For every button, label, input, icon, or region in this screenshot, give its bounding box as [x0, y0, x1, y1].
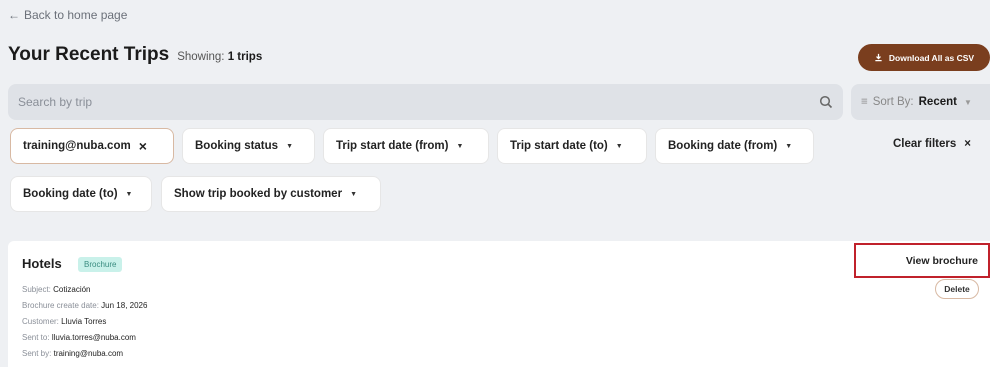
- filter-booked-by-customer[interactable]: Show trip booked by customer ▼: [161, 176, 381, 212]
- filter-booking-date-from[interactable]: Booking date (from) ▼: [655, 128, 814, 164]
- showing-value: 1 trips: [227, 51, 263, 63]
- page-title: Your Recent Trips: [8, 44, 170, 65]
- search-icon[interactable]: [819, 95, 833, 109]
- close-icon[interactable]: ×: [139, 138, 147, 154]
- showing-prefix: Showing:: [177, 51, 225, 63]
- view-brochure-label: View brochure: [905, 254, 978, 267]
- trip-card: Hotels Brochure Subject: Cotización Broc…: [8, 241, 990, 367]
- trip-sent-to: Sent to: lluvia.torres@nuba.com: [22, 333, 136, 342]
- close-icon: ×: [964, 138, 971, 150]
- view-brochure-button[interactable]: View brochure: [854, 243, 990, 278]
- trip-sent-by: Sent by: training@nuba.com: [22, 349, 124, 358]
- filter-booked-by-customer-label: Show trip booked by customer: [174, 188, 343, 200]
- trip-customer: Customer: Lluvia Torres: [22, 317, 107, 326]
- filter-booking-status[interactable]: Booking status ▼: [182, 128, 315, 164]
- brochure-badge: Brochure: [78, 257, 123, 272]
- sort-value: Recent: [918, 96, 957, 108]
- filter-booking-date-to-label: Booking date (to): [23, 188, 118, 200]
- back-link-label: Back to home page: [24, 8, 128, 22]
- chevron-down-icon: ▼: [963, 97, 972, 107]
- caret-down-icon: ▼: [615, 142, 623, 150]
- search-bar: [8, 84, 843, 120]
- page-header: Your Recent Trips Showing: 1 trips: [8, 44, 262, 66]
- trip-created: Brochure create date: Jun 18, 2026: [22, 301, 148, 310]
- caret-down-icon: ▼: [286, 142, 293, 150]
- clear-filters-label: Clear filters: [893, 138, 957, 150]
- filter-trip-start-to-label: Trip start date (to): [510, 140, 608, 152]
- filter-booking-status-label: Booking status: [195, 140, 279, 152]
- showing-count: Showing: 1 trips: [177, 51, 262, 63]
- recent-trips-page: ← Back to home page Your Recent Trips Sh…: [0, 0, 990, 367]
- sort-icon: ≡: [861, 96, 868, 108]
- clear-filters-button[interactable]: Clear filters ×: [893, 138, 971, 150]
- filter-trip-start-to[interactable]: Trip start date (to) ▼: [497, 128, 647, 164]
- download-icon: [875, 53, 882, 62]
- filter-booking-date-from-label: Booking date (from): [668, 140, 778, 152]
- arrow-left-icon: ←: [8, 8, 20, 22]
- trip-title: Hotels: [22, 256, 62, 271]
- filter-trip-start-from[interactable]: Trip start date (from) ▼: [323, 128, 489, 164]
- back-link[interactable]: ← Back to home page: [8, 8, 127, 22]
- download-csv-label: Download All as CSV: [888, 52, 975, 63]
- caret-down-icon: ▼: [785, 142, 793, 150]
- trip-subject: Subject: Cotización: [22, 285, 91, 294]
- search-input[interactable]: [18, 95, 819, 109]
- caret-down-icon: ▼: [125, 190, 133, 198]
- filter-trip-start-from-label: Trip start date (from): [336, 140, 449, 152]
- caret-down-icon: ▼: [456, 142, 464, 150]
- filter-chip-email[interactable]: training@nuba.com ×: [10, 128, 174, 164]
- sort-label: Sort By:: [872, 96, 914, 108]
- sort-dropdown[interactable]: ≡ Sort By: Recent ▼: [851, 84, 990, 120]
- delete-label: Delete: [944, 284, 970, 294]
- download-csv-button[interactable]: Download All as CSV: [858, 44, 990, 71]
- caret-down-icon: ▼: [350, 190, 357, 198]
- delete-button[interactable]: Delete: [935, 279, 979, 299]
- filter-booking-date-to[interactable]: Booking date (to) ▼: [10, 176, 152, 212]
- filter-email-label: training@nuba.com: [23, 140, 131, 152]
- trip-meta: Subject: Cotización Brochure create date…: [22, 282, 147, 362]
